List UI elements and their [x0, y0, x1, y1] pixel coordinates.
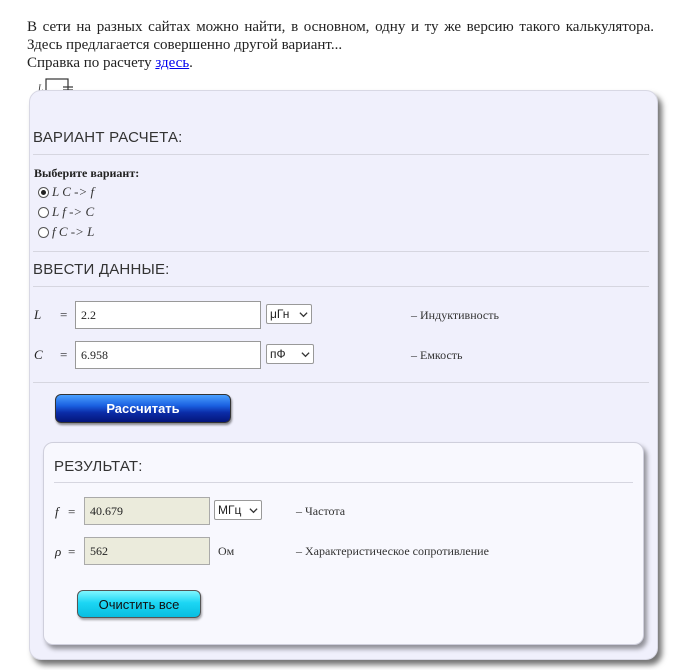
- chevron-down-icon: [249, 507, 258, 513]
- divider: [54, 482, 633, 483]
- choose-variant-label: Выберите вариант:: [34, 166, 140, 180]
- frequency-output: 40.679: [84, 497, 210, 525]
- calculate-button[interactable]: Рассчитать: [55, 394, 231, 423]
- variant-section-title: ВАРИАНТ РАСЧЕТА:: [33, 129, 183, 146]
- equals-sign: =: [60, 347, 68, 362]
- divider: [33, 382, 649, 383]
- equals-sign: =: [60, 307, 68, 322]
- divider: [33, 286, 649, 287]
- inductance-symbol: L: [34, 307, 42, 322]
- intro-text: В сети на разных сайтах можно найти, в о…: [27, 18, 654, 72]
- equals-sign: =: [68, 504, 76, 519]
- result-section-title: РЕЗУЛЬТАТ:: [54, 458, 143, 475]
- frequency-symbol: f: [55, 504, 59, 519]
- divider: [33, 251, 649, 252]
- radio-option-lc-f[interactable]: L C -> f: [38, 183, 94, 201]
- radio-option-fc-l[interactable]: f C -> L: [38, 223, 94, 241]
- capacitance-description: – Емкость: [411, 348, 463, 362]
- radio-option-lf-c[interactable]: L f -> C: [38, 203, 94, 221]
- impedance-unit: Ом: [218, 544, 235, 558]
- frequency-description: – Частота: [296, 504, 346, 518]
- input-section-title: ВВЕСТИ ДАННЫЕ:: [33, 261, 170, 278]
- capacitance-symbol: C: [34, 347, 43, 362]
- radio-label: L C -> f: [52, 184, 95, 199]
- frequency-unit-select[interactable]: МГц: [214, 500, 262, 520]
- capacitance-unit-select[interactable]: пФ: [266, 344, 314, 364]
- intro-paragraph: В сети на разных сайтах можно найти, в о…: [27, 19, 654, 53]
- impedance-description: – Характеристическое сопротивление: [296, 544, 489, 558]
- inductance-unit-select[interactable]: μГн: [266, 304, 312, 324]
- inductance-description: – Индуктивность: [411, 308, 499, 322]
- chevron-down-icon: [299, 311, 308, 317]
- clear-all-button[interactable]: Очистить все: [77, 590, 201, 618]
- radio-button[interactable]: [38, 186, 49, 198]
- radio-button[interactable]: [38, 226, 49, 238]
- impedance-output: 562: [84, 537, 210, 565]
- chevron-down-icon: [301, 351, 310, 357]
- inductance-input[interactable]: 2.2: [75, 301, 261, 329]
- result-panel: РЕЗУЛЬТАТ: f = 40.679 МГц – Частота ρ = …: [43, 442, 644, 645]
- radio-label: f C -> L: [52, 224, 95, 239]
- impedance-symbol: ρ: [55, 544, 62, 559]
- capacitance-input[interactable]: 6.958: [75, 341, 261, 369]
- divider: [33, 154, 649, 155]
- equals-sign: =: [68, 544, 76, 559]
- help-line: Справка по расчету здесь.: [27, 55, 193, 71]
- radio-button[interactable]: [38, 206, 49, 218]
- help-link[interactable]: здесь: [155, 55, 189, 71]
- radio-label: L f -> C: [52, 204, 95, 219]
- calculator-panel: ВАРИАНТ РАСЧЕТА: Выберите вариант: L C -…: [29, 90, 658, 660]
